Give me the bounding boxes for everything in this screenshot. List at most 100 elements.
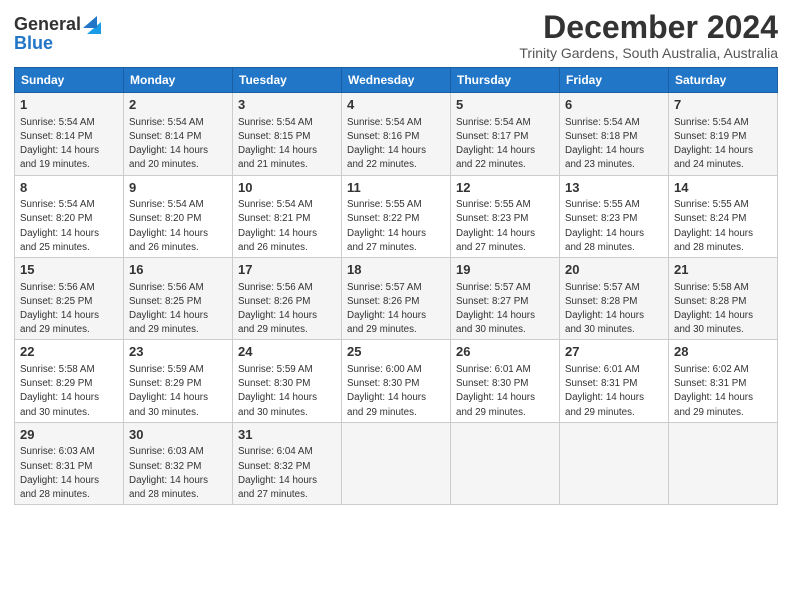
day-number: 15 (20, 261, 118, 279)
page-container: General Blue December 2024 Trinity Garde… (0, 0, 792, 513)
logo: General Blue (14, 14, 101, 54)
header-cell-wednesday: Wednesday (342, 68, 451, 93)
day-number: 20 (565, 261, 663, 279)
week-row-5: 29Sunrise: 6:03 AM Sunset: 8:31 PM Dayli… (15, 422, 778, 504)
calendar-table: SundayMondayTuesdayWednesdayThursdayFrid… (14, 67, 778, 505)
day-info: Sunrise: 6:04 AM Sunset: 8:32 PM Dayligh… (238, 446, 317, 500)
main-title: December 2024 (519, 10, 778, 45)
day-number: 30 (129, 426, 227, 444)
logo-blue: Blue (14, 33, 101, 54)
day-info: Sunrise: 5:56 AM Sunset: 8:25 PM Dayligh… (20, 282, 99, 336)
day-info: Sunrise: 6:01 AM Sunset: 8:31 PM Dayligh… (565, 364, 644, 418)
day-number: 13 (565, 179, 663, 197)
day-number: 10 (238, 179, 336, 197)
header-cell-saturday: Saturday (669, 68, 778, 93)
day-cell: 12 Sunrise: 5:55 AM Sunset: 8:23 PM Dayli… (451, 175, 560, 257)
day-info: Sunrise: 5:54 AM Sunset: 8:20 PM Dayligh… (129, 199, 208, 253)
day-number: 1 (20, 96, 118, 114)
title-block: December 2024 Trinity Gardens, South Aus… (519, 10, 778, 61)
day-info: Sunrise: 5:55 AM Sunset: 8:24 PM Dayligh… (674, 199, 753, 253)
week-row-2: 8 Sunrise: 5:54 AM Sunset: 8:20 PM Daylig… (15, 175, 778, 257)
day-info: Sunrise: 5:54 AM Sunset: 8:16 PM Dayligh… (347, 117, 426, 171)
week-row-4: 22 Sunrise: 5:58 AM Sunset: 8:29 PM Dayli… (15, 340, 778, 422)
day-info: Sunrise: 6:01 AM Sunset: 8:30 PM Dayligh… (456, 364, 535, 418)
day-info: Sunrise: 5:56 AM Sunset: 8:25 PM Dayligh… (129, 282, 208, 336)
day-number: 9 (129, 179, 227, 197)
day-cell (669, 422, 778, 504)
day-cell: 14Sunrise: 5:55 AM Sunset: 8:24 PM Dayli… (669, 175, 778, 257)
day-cell (451, 422, 560, 504)
day-cell: 21Sunrise: 5:58 AM Sunset: 8:28 PM Dayli… (669, 258, 778, 340)
day-cell: 5 Sunrise: 5:54 AM Sunset: 8:17 PM Daylig… (451, 93, 560, 175)
day-number: 26 (456, 343, 554, 361)
day-info: Sunrise: 6:00 AM Sunset: 8:30 PM Dayligh… (347, 364, 426, 418)
day-info: Sunrise: 5:57 AM Sunset: 8:28 PM Dayligh… (565, 282, 644, 336)
day-info: Sunrise: 5:54 AM Sunset: 8:19 PM Dayligh… (674, 117, 753, 171)
day-cell: 9 Sunrise: 5:54 AM Sunset: 8:20 PM Daylig… (124, 175, 233, 257)
calendar-header-row: SundayMondayTuesdayWednesdayThursdayFrid… (15, 68, 778, 93)
day-number: 4 (347, 96, 445, 114)
day-info: Sunrise: 5:55 AM Sunset: 8:23 PM Dayligh… (565, 199, 644, 253)
day-info: Sunrise: 5:54 AM Sunset: 8:14 PM Dayligh… (129, 117, 208, 171)
day-info: Sunrise: 5:58 AM Sunset: 8:29 PM Dayligh… (20, 364, 99, 418)
day-cell: 25 Sunrise: 6:00 AM Sunset: 8:30 PM Dayli… (342, 340, 451, 422)
header-cell-sunday: Sunday (15, 68, 124, 93)
day-cell (560, 422, 669, 504)
day-number: 3 (238, 96, 336, 114)
day-number: 5 (456, 96, 554, 114)
day-number: 29 (20, 426, 118, 444)
day-info: Sunrise: 5:54 AM Sunset: 8:17 PM Dayligh… (456, 117, 535, 171)
day-cell: 27Sunrise: 6:01 AM Sunset: 8:31 PM Dayli… (560, 340, 669, 422)
day-info: Sunrise: 5:56 AM Sunset: 8:26 PM Dayligh… (238, 282, 317, 336)
logo-text: General Blue (14, 14, 101, 54)
day-info: Sunrise: 5:55 AM Sunset: 8:23 PM Dayligh… (456, 199, 535, 253)
day-cell: 31 Sunrise: 6:04 AM Sunset: 8:32 PM Dayli… (233, 422, 342, 504)
day-cell: 1Sunrise: 5:54 AM Sunset: 8:14 PM Daylig… (15, 93, 124, 175)
day-cell: 29Sunrise: 6:03 AM Sunset: 8:31 PM Dayli… (15, 422, 124, 504)
day-number: 6 (565, 96, 663, 114)
day-number: 11 (347, 179, 445, 197)
day-cell: 18Sunrise: 5:57 AM Sunset: 8:26 PM Dayli… (342, 258, 451, 340)
day-cell: 6Sunrise: 5:54 AM Sunset: 8:18 PM Daylig… (560, 93, 669, 175)
header-cell-friday: Friday (560, 68, 669, 93)
day-info: Sunrise: 5:54 AM Sunset: 8:20 PM Dayligh… (20, 199, 99, 253)
week-row-1: 1 Sunrise: 5:54 AM Sunset: 8:14 PM Daylig… (15, 93, 778, 175)
day-cell: 17Sunrise: 5:56 AM Sunset: 8:26 PM Dayli… (233, 258, 342, 340)
day-cell: 4 Sunrise: 5:54 AM Sunset: 8:16 PM Daylig… (342, 93, 451, 175)
day-number: 12 (456, 179, 554, 197)
day-info: Sunrise: 6:02 AM Sunset: 8:31 PM Dayligh… (674, 364, 753, 418)
day-info: Sunrise: 5:54 AM Sunset: 8:15 PM Dayligh… (238, 117, 317, 171)
day-number: 31 (238, 426, 336, 444)
day-cell: 30Sunrise: 6:03 AM Sunset: 8:32 PM Dayli… (124, 422, 233, 504)
day-cell: 7 Sunrise: 5:54 AM Sunset: 8:19 PM Daylig… (669, 93, 778, 175)
day-cell: 13 Sunrise: 5:55 AM Sunset: 8:23 PM Dayli… (560, 175, 669, 257)
day-cell (342, 422, 451, 504)
day-info: Sunrise: 5:57 AM Sunset: 8:26 PM Dayligh… (347, 282, 426, 336)
week-row-3: 15 Sunrise: 5:56 AM Sunset: 8:25 PM Dayli… (15, 258, 778, 340)
header: General Blue December 2024 Trinity Garde… (14, 10, 778, 61)
day-number: 16 (129, 261, 227, 279)
day-info: Sunrise: 5:59 AM Sunset: 8:29 PM Dayligh… (129, 364, 208, 418)
day-cell: 28Sunrise: 6:02 AM Sunset: 8:31 PM Dayli… (669, 340, 778, 422)
day-info: Sunrise: 5:57 AM Sunset: 8:27 PM Dayligh… (456, 282, 535, 336)
day-cell: 3 Sunrise: 5:54 AM Sunset: 8:15 PM Daylig… (233, 93, 342, 175)
day-cell: 16 Sunrise: 5:56 AM Sunset: 8:25 PM Dayli… (124, 258, 233, 340)
day-cell: 22 Sunrise: 5:58 AM Sunset: 8:29 PM Dayli… (15, 340, 124, 422)
day-cell: 8 Sunrise: 5:54 AM Sunset: 8:20 PM Daylig… (15, 175, 124, 257)
header-cell-thursday: Thursday (451, 68, 560, 93)
day-number: 8 (20, 179, 118, 197)
day-number: 25 (347, 343, 445, 361)
day-number: 22 (20, 343, 118, 361)
day-info: Sunrise: 5:55 AM Sunset: 8:22 PM Dayligh… (347, 199, 426, 253)
day-number: 7 (674, 96, 772, 114)
day-cell: 20 Sunrise: 5:57 AM Sunset: 8:28 PM Dayli… (560, 258, 669, 340)
day-number: 23 (129, 343, 227, 361)
logo-icon (83, 14, 101, 34)
day-number: 2 (129, 96, 227, 114)
day-cell: 11 Sunrise: 5:55 AM Sunset: 8:22 PM Dayli… (342, 175, 451, 257)
day-cell: 2 Sunrise: 5:54 AM Sunset: 8:14 PM Daylig… (124, 93, 233, 175)
day-number: 24 (238, 343, 336, 361)
day-info: Sunrise: 5:58 AM Sunset: 8:28 PM Dayligh… (674, 282, 753, 336)
day-cell: 23 Sunrise: 5:59 AM Sunset: 8:29 PM Dayli… (124, 340, 233, 422)
day-cell: 24Sunrise: 5:59 AM Sunset: 8:30 PM Dayli… (233, 340, 342, 422)
